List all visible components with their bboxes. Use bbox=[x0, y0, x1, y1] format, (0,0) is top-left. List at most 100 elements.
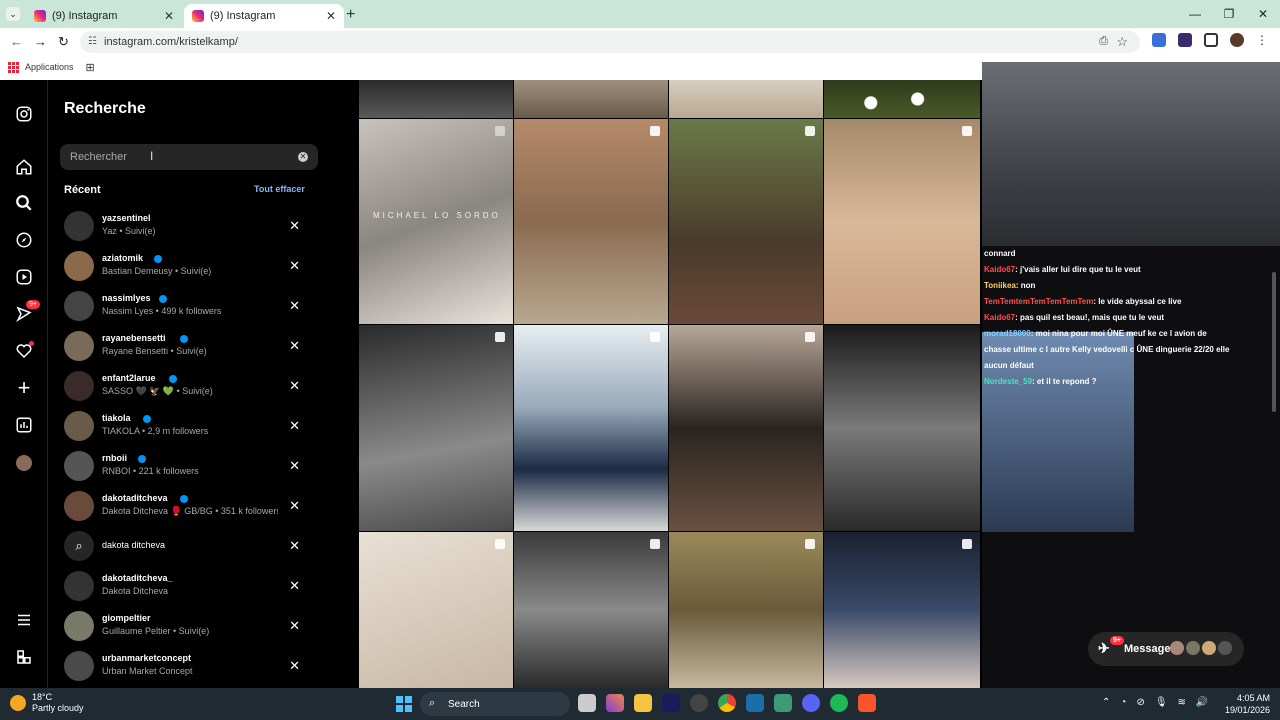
menu-kebab-icon[interactable]: ⋮ bbox=[1256, 33, 1268, 47]
post-tile[interactable] bbox=[824, 119, 980, 324]
post-tile[interactable] bbox=[669, 532, 823, 688]
create-plus-icon[interactable]: + bbox=[14, 375, 34, 400]
remove-recent-icon[interactable]: ✕ bbox=[289, 658, 300, 674]
search-icon[interactable] bbox=[14, 193, 34, 213]
explore-compass-icon[interactable] bbox=[14, 230, 34, 250]
windows-start-icon[interactable] bbox=[396, 696, 412, 712]
instagram-logo-icon[interactable] bbox=[14, 104, 34, 124]
reels-icon[interactable] bbox=[14, 267, 34, 287]
threads-apps-icon[interactable] bbox=[14, 647, 34, 667]
discord-icon[interactable] bbox=[802, 694, 820, 712]
post-tile[interactable] bbox=[359, 325, 513, 531]
file-explorer-icon[interactable] bbox=[634, 694, 652, 712]
clock[interactable]: 4:05 AM 19/01/2026 bbox=[1225, 692, 1270, 716]
post-tile[interactable] bbox=[669, 80, 823, 118]
reload-icon[interactable]: ↻ bbox=[58, 34, 69, 50]
microphone-icon[interactable]: 🎙 bbox=[1155, 697, 1168, 708]
post-tile[interactable] bbox=[824, 325, 980, 531]
remove-recent-icon[interactable]: ✕ bbox=[289, 378, 300, 394]
remove-recent-icon[interactable]: ✕ bbox=[289, 458, 300, 474]
tab-instagram-2[interactable]: (9) Instagram ✕ bbox=[184, 4, 344, 28]
post-tile[interactable] bbox=[514, 325, 668, 531]
chevron-up-icon[interactable]: ⌃ bbox=[1102, 697, 1110, 708]
premiere-icon[interactable] bbox=[662, 694, 680, 712]
recent-search-item[interactable]: aziatomik Bastian Demeusy • Suivi(e) ✕ bbox=[64, 248, 322, 288]
recent-search-item[interactable]: dakotaditcheva_ Dakota Ditcheva ✕ bbox=[64, 568, 322, 608]
recent-search-item[interactable]: nassimlyes Nassim Lyes • 499 k followers ✕ bbox=[64, 288, 322, 328]
post-tile[interactable] bbox=[669, 325, 823, 531]
recent-search-item[interactable]: tiakola TIAKOLA • 2,9 m followers ✕ bbox=[64, 408, 322, 448]
spotify-icon[interactable] bbox=[830, 694, 848, 712]
post-tile[interactable] bbox=[359, 80, 513, 118]
home-icon[interactable] bbox=[14, 157, 34, 177]
new-tab-button[interactable]: + bbox=[346, 6, 355, 24]
tray-app-icon[interactable]: ⊘ bbox=[1136, 697, 1144, 708]
messages-icon[interactable]: 9+ bbox=[14, 300, 40, 324]
chrome-icon[interactable] bbox=[718, 694, 736, 712]
post-tile[interactable] bbox=[359, 532, 513, 688]
extension-icon[interactable] bbox=[1152, 33, 1166, 47]
post-tile[interactable] bbox=[824, 80, 980, 118]
recent-search-item[interactable]: ⌕ dakota ditcheva ✕ bbox=[64, 528, 322, 568]
post-tile[interactable] bbox=[514, 532, 668, 688]
close-tab-icon[interactable]: ✕ bbox=[164, 9, 174, 23]
profile-avatar[interactable] bbox=[1230, 33, 1244, 47]
tab-groups-icon[interactable]: ⊞ bbox=[86, 61, 95, 74]
remove-recent-icon[interactable]: ✕ bbox=[289, 578, 300, 594]
profile-avatar[interactable] bbox=[14, 453, 34, 473]
back-icon[interactable]: ← bbox=[10, 34, 23, 49]
post-tile[interactable] bbox=[514, 80, 668, 118]
clear-search-icon[interactable]: ✕ bbox=[298, 152, 308, 162]
extension-icon[interactable] bbox=[1178, 33, 1192, 47]
restore-button[interactable]: ❐ bbox=[1212, 0, 1246, 28]
recent-search-item[interactable]: rnboii RNBOI • 221 k followers ✕ bbox=[64, 448, 322, 488]
recent-search-item[interactable]: rayanebensetti Rayane Bensetti • Suivi(e)… bbox=[64, 328, 322, 368]
tab-instagram-1[interactable]: (9) Instagram ✕ bbox=[26, 4, 182, 28]
app-icon[interactable] bbox=[774, 694, 792, 712]
bookmark-applications[interactable]: Applications bbox=[25, 62, 74, 72]
remove-recent-icon[interactable]: ✕ bbox=[289, 258, 300, 274]
close-window-button[interactable]: ✕ bbox=[1246, 0, 1280, 28]
notifications-heart-icon[interactable] bbox=[14, 341, 34, 361]
bookmark-star-icon[interactable]: ☆ bbox=[1116, 34, 1128, 50]
recent-search-item[interactable]: urbanmarketconcept Urban Market Concept ✕ bbox=[64, 648, 322, 688]
volume-icon[interactable]: 🔊 bbox=[1196, 697, 1208, 708]
clear-all-button[interactable]: Tout effacer bbox=[254, 184, 305, 194]
more-menu-icon[interactable] bbox=[14, 610, 34, 630]
tray-app-icon[interactable]: ◔ bbox=[1120, 697, 1126, 708]
tab-search-dropdown[interactable]: ⌄ bbox=[6, 7, 20, 21]
post-tile[interactable] bbox=[514, 119, 668, 324]
recent-search-item[interactable]: giompeltier Guillaume Peltier • Suivi(e) ✕ bbox=[64, 608, 322, 648]
close-tab-icon[interactable]: ✕ bbox=[326, 9, 336, 23]
dashboard-icon[interactable] bbox=[14, 415, 34, 435]
site-info-icon[interactable]: ☷ bbox=[88, 36, 97, 47]
remove-recent-icon[interactable]: ✕ bbox=[289, 218, 300, 234]
remove-recent-icon[interactable]: ✕ bbox=[289, 298, 300, 314]
remove-recent-icon[interactable]: ✕ bbox=[289, 618, 300, 634]
page-scrollbar[interactable] bbox=[1272, 272, 1276, 412]
forward-icon[interactable]: → bbox=[34, 34, 47, 49]
task-view-icon[interactable] bbox=[578, 694, 596, 712]
recent-search-item[interactable]: yazsentinel Yaz • Suivi(e) ✕ bbox=[64, 208, 322, 248]
search-input[interactable]: Rechercher I ✕ bbox=[60, 144, 318, 170]
install-app-icon[interactable]: ⎙ bbox=[1099, 35, 1108, 48]
recent-search-item[interactable]: enfant2larue SASSO 🖤 🦅 💚 • Suivi(e) ✕ bbox=[64, 368, 322, 408]
brave-icon[interactable] bbox=[858, 694, 876, 712]
remove-recent-icon[interactable]: ✕ bbox=[289, 498, 300, 514]
url-field[interactable]: ☷ instagram.com/kristelkamp/ ⎙ ☆ bbox=[80, 31, 1140, 53]
post-tile[interactable] bbox=[669, 119, 823, 324]
taskbar-search[interactable]: ⌕ Search bbox=[420, 692, 570, 716]
remove-recent-icon[interactable]: ✕ bbox=[289, 538, 300, 554]
puzzle-extensions-icon[interactable] bbox=[1204, 33, 1218, 47]
weather-widget[interactable]: 18°C Partly cloudy bbox=[10, 692, 84, 714]
minimize-button[interactable]: — bbox=[1178, 0, 1212, 28]
messages-button[interactable]: ✈ 9+ Messages bbox=[1088, 632, 1244, 666]
wifi-icon[interactable]: ≋ bbox=[1178, 697, 1186, 708]
post-tile[interactable] bbox=[824, 532, 980, 688]
remove-recent-icon[interactable]: ✕ bbox=[289, 338, 300, 354]
app-icon[interactable] bbox=[606, 694, 624, 712]
obs-icon[interactable] bbox=[690, 694, 708, 712]
steam-icon[interactable] bbox=[746, 694, 764, 712]
remove-recent-icon[interactable]: ✕ bbox=[289, 418, 300, 434]
post-tile[interactable]: MICHAEL LO SORDO bbox=[359, 119, 513, 324]
